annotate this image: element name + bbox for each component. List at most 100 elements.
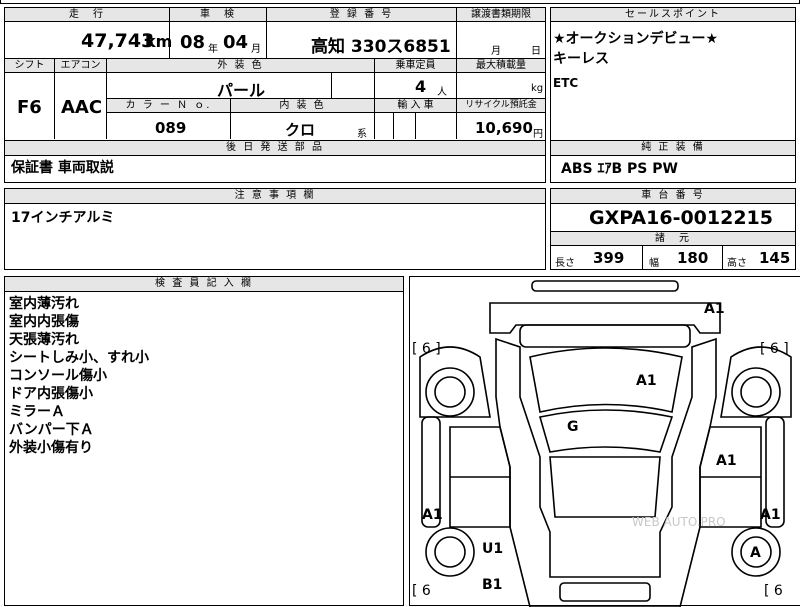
transfer-day-unit: 日 [531, 46, 541, 57]
front-grille [519, 324, 691, 348]
equipment-value: ABS ｴｱB PS PW [561, 161, 678, 177]
registration-cell: 登 録 番 号 高知 330ス6851 [267, 8, 457, 58]
inspector-line: 室内内張傷 [9, 314, 79, 330]
chassis-box: 車 台 番 号 GXPA16-0012215 諸 元 長さ 399 幅 180 … [550, 188, 796, 270]
chassis-label: 車 台 番 号 [551, 189, 795, 204]
equipment-box: 純 正 装 備 ABS ｴｱB PS PW [550, 141, 796, 183]
capacity-label: 乗車定員 [375, 59, 456, 73]
interior-label: 内 装 色 [231, 99, 374, 113]
sales-point-line: ★オークションデビュー★ [553, 31, 719, 47]
dimensions-label: 諸 元 [551, 231, 795, 246]
inspector-line: シートしみ小、すれ小 [9, 350, 149, 366]
mileage-label: 走 行 [5, 8, 169, 22]
dim-height-label: 高さ [727, 258, 747, 269]
damage-mark: A1 [422, 507, 443, 523]
mileage-cell: 走 行 47,743 km [5, 8, 173, 58]
wheel-rear-left-inner [434, 536, 466, 568]
wheel-front-left [425, 367, 475, 417]
interior-value: クロ [285, 121, 316, 139]
registration-label: 登 録 番 号 [267, 8, 456, 22]
roof-panel [538, 409, 674, 453]
inspection-year: 08 [180, 32, 206, 53]
capacity-unit: 人 [437, 87, 447, 98]
shift-label: シフト [5, 59, 54, 73]
maxload-label: 最大積載量 [457, 59, 545, 73]
dim-height-value: 145 [759, 249, 791, 267]
exterior-value: パール [217, 81, 266, 100]
inspector-line: ミラーＡ [9, 404, 65, 420]
capacity-value: 4 [415, 77, 427, 96]
import-cell: 輸 入 車 [375, 99, 457, 139]
chassis-value: GXPA16-0012215 [589, 207, 773, 229]
inspection-year-unit: 年 [208, 44, 218, 55]
notes-label: 注 意 事 項 欄 [5, 189, 545, 204]
mileage-value: 47,743 [81, 30, 155, 52]
hood-outline [489, 302, 721, 334]
color-no-label: カ ラ ー Ｎ ｏ. [107, 99, 230, 113]
car-diagram [419, 280, 792, 607]
capacity-cell: 乗車定員 4 人 [375, 59, 457, 99]
dim-length-cell: 長さ 399 [551, 246, 643, 270]
inspector-line: 天張薄汚れ [9, 332, 79, 348]
dim-length-value: 399 [593, 249, 625, 267]
later-parts-value: 保証書 車両取説 [11, 160, 114, 176]
wheel-front-right-inner [740, 376, 772, 408]
exterior-cell: 外 装 色 パール [107, 59, 375, 100]
notes-box: 注 意 事 項 欄 17インチアルミ [4, 188, 546, 270]
color-no-cell: カ ラ ー Ｎ ｏ. 089 [107, 99, 231, 139]
tire-br-label: [ 6 [764, 583, 783, 599]
top-strip [0, 0, 800, 4]
damage-diagram-box: [ 6 ] [ 6 ] [ 6 [ 6 A1 A1 G A1 A1 A1 U1 … [409, 276, 800, 607]
notes-value: 17インチアルミ [11, 210, 115, 226]
top-info-table: 走 行 47,743 km 車 検 08 年 04 月 登 録 番 号 高知 3… [4, 7, 546, 59]
sales-point-line: ETC [553, 76, 579, 90]
recycle-value: 10,690 [475, 119, 533, 137]
sales-point-line: キーレス [553, 51, 609, 67]
aircon-value: AAC [61, 97, 103, 118]
sales-points-label: セールスポイント [551, 8, 795, 22]
windshield [529, 347, 683, 413]
inspector-line: 外装小傷有り [9, 440, 93, 456]
interior-unit: 系 [357, 129, 367, 140]
import-divider-2 [415, 113, 416, 139]
sales-points-box: セールスポイント ★オークションデビュー★ キーレス ETC [550, 7, 796, 141]
damage-mark: B1 [482, 577, 503, 593]
dim-width-label: 幅 [649, 258, 659, 269]
exterior-label: 外 装 色 [107, 59, 374, 73]
recycle-label: リサイクル預託金 [457, 99, 545, 113]
interior-cell: 内 装 色 クロ 系 [231, 99, 375, 140]
damage-mark: A1 [760, 507, 781, 523]
damage-mark: A [750, 545, 761, 561]
dim-width-cell: 幅 180 [643, 246, 723, 270]
maxload-cell: 最大積載量 kg [457, 59, 545, 99]
later-parts-box: 後 日 発 送 部 品 保証書 車両取説 [4, 141, 546, 183]
transfer-label: 譲渡書類期限 [457, 8, 545, 22]
wheel-front-right [731, 367, 781, 417]
mileage-unit: km [145, 32, 173, 51]
dim-length-label: 長さ [555, 258, 575, 269]
dim-height-cell: 高さ 145 [723, 246, 795, 270]
transfer-cell: 譲渡書類期限 月 日 [457, 8, 545, 58]
body-outline [495, 337, 717, 607]
inspector-line: 室内薄汚れ [9, 296, 79, 312]
inspector-box: 検 査 員 記 入 欄 室内薄汚れ 室内内張傷 天張薄汚れ シートしみ小、すれ小… [4, 276, 404, 606]
tire-tr-label: [ 6 ] [760, 341, 789, 357]
vehicle-spec-table: シフト F6 エアコン AAC 外 装 色 パール 乗車定員 4 人 最大積載量… [4, 59, 546, 141]
wheel-front-left-inner [434, 376, 466, 408]
aircon-cell: エアコン AAC [55, 59, 107, 139]
maxload-unit: kg [531, 83, 544, 94]
import-divider-1 [393, 113, 394, 139]
shift-value: F6 [17, 97, 42, 118]
registration-value: 高知 330ス6851 [311, 37, 451, 57]
inspector-label: 検 査 員 記 入 欄 [5, 277, 403, 292]
shift-cell: シフト F6 [5, 59, 55, 139]
inspection-cell: 車 検 08 年 04 月 [170, 8, 267, 58]
rear-bumper [559, 582, 651, 602]
inspection-label: 車 検 [170, 8, 266, 22]
recycle-unit: 円 [533, 129, 543, 140]
color-no-value: 089 [155, 119, 187, 137]
tire-tl-label: [ 6 ] [412, 341, 441, 357]
exterior-divider [331, 73, 332, 98]
watermark-text: WEB AUTO.PRO [632, 515, 726, 529]
damage-mark: G [567, 419, 579, 435]
